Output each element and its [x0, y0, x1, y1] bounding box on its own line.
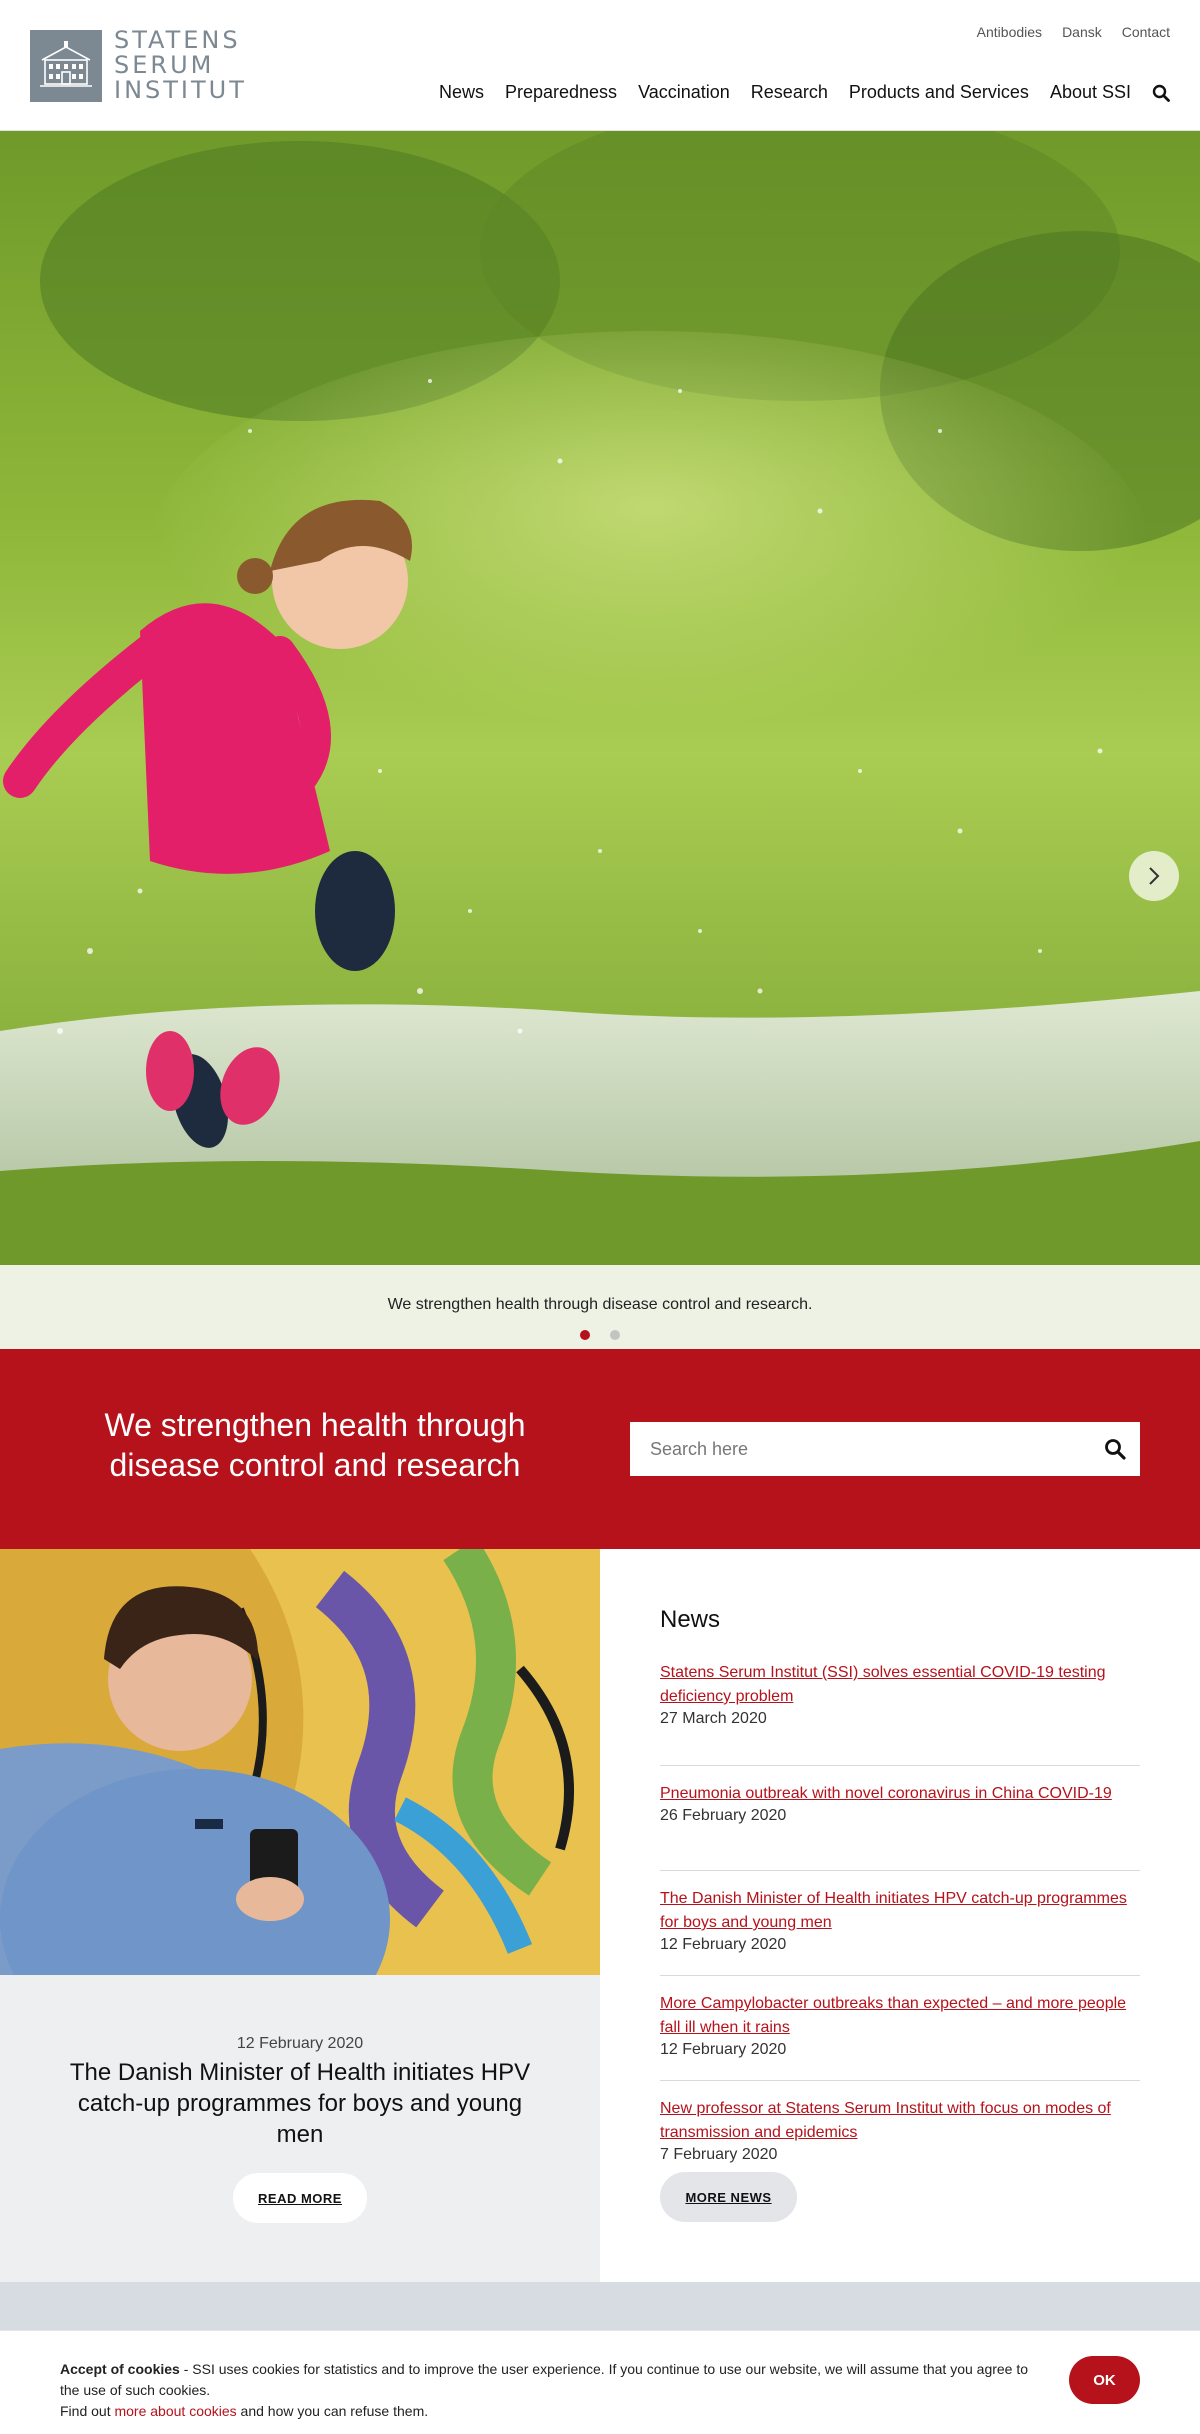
footer-strip [0, 2282, 1200, 2330]
nav-item-vaccination[interactable]: Vaccination [638, 82, 730, 103]
carousel-dot-2[interactable] [610, 1330, 620, 1340]
hero-caption-bar: We strengthen health through disease con… [0, 1265, 1200, 1349]
utility-nav: Antibodies Dansk Contact [977, 24, 1170, 40]
nav-item-products-services[interactable]: Products and Services [849, 82, 1029, 103]
news-date: 12 February 2020 [660, 1936, 787, 1953]
mission-band: We strengthen health through disease con… [0, 1349, 1200, 1549]
feature-image [0, 1549, 600, 1975]
news-item: Pneumonia outbreak with novel coronaviru… [660, 1766, 1140, 1871]
carousel-next-button[interactable] [1129, 851, 1179, 901]
hero-carousel [0, 131, 1200, 1265]
news-date: 12 February 2020 [660, 2041, 787, 2058]
search-input[interactable] [630, 1422, 1070, 1476]
news-item: New professor at Statens Serum Institut … [660, 2081, 1140, 2186]
util-link-contact[interactable]: Contact [1122, 24, 1170, 40]
more-news-button[interactable]: MORE NEWS [660, 2172, 797, 2222]
logo[interactable]: STATENS SERUM INSTITUT [30, 28, 247, 103]
news-link[interactable]: Pneumonia outbreak with novel coronaviru… [660, 1782, 1140, 1806]
news-section: News Statens Serum Institut (SSI) solves… [600, 1549, 1200, 2282]
site-search [630, 1422, 1140, 1476]
nav-item-about-ssi[interactable]: About SSI [1050, 82, 1131, 103]
cookie-find-out: Find out [60, 2403, 115, 2419]
news-link[interactable]: Statens Serum Institut (SSI) solves esse… [660, 1661, 1140, 1709]
read-more-button[interactable]: READ MORE [233, 2173, 367, 2223]
hero-caption: We strengthen health through disease con… [387, 1296, 813, 1313]
news-link[interactable]: More Campylobacter outbreaks than expect… [660, 1992, 1140, 2040]
util-link-antibodies[interactable]: Antibodies [977, 24, 1042, 40]
news-link[interactable]: New professor at Statens Serum Institut … [660, 2097, 1140, 2145]
cookie-tail: and how you can refuse them. [236, 2403, 429, 2419]
main-nav: News Preparedness Vaccination Research P… [439, 82, 1170, 103]
news-item: More Campylobacter outbreaks than expect… [660, 1976, 1140, 2081]
cookie-title: Accept of cookies [60, 2361, 180, 2377]
cookie-ok-button[interactable]: OK [1069, 2356, 1140, 2404]
building-logo-icon [30, 29, 102, 102]
news-date: 26 February 2020 [660, 1807, 787, 1824]
nav-item-news[interactable]: News [439, 82, 484, 103]
news-list: Statens Serum Institut (SSI) solves esse… [660, 1661, 1140, 2186]
feature-date: 12 February 2020 [236, 2035, 364, 2052]
hero-image [0, 131, 1200, 1265]
cookie-body: - SSI uses cookies for statistics and to… [60, 2361, 1029, 2398]
news-date: 27 March 2020 [660, 1710, 767, 1727]
search-icon[interactable] [1104, 1438, 1126, 1460]
logo-line: INSTITUT [114, 76, 247, 104]
search-icon[interactable] [1152, 84, 1170, 102]
cookie-info-link[interactable]: more about cookies [114, 2403, 236, 2419]
carousel-dot-1[interactable] [580, 1330, 590, 1340]
cookie-text: Accept of cookies - SSI uses cookies for… [60, 2359, 1040, 2422]
news-heading: News [660, 1606, 721, 1633]
news-item: Statens Serum Institut (SSI) solves esse… [660, 1661, 1140, 1766]
news-item: The Danish Minister of Health initiates … [660, 1871, 1140, 1976]
feature-title[interactable]: The Danish Minister of Health initiates … [60, 2057, 540, 2150]
carousel-dots [0, 1330, 1200, 1340]
nav-item-research[interactable]: Research [751, 82, 828, 103]
nav-item-preparedness[interactable]: Preparedness [505, 82, 617, 103]
util-link-dansk[interactable]: Dansk [1062, 24, 1102, 40]
news-date: 7 February 2020 [660, 2146, 778, 2163]
logo-line: STATENS [114, 26, 241, 54]
mission-title: We strengthen health through disease con… [104, 1407, 526, 1483]
cookie-banner: Accept of cookies - SSI uses cookies for… [0, 2330, 1200, 2434]
logo-text: STATENS SERUM INSTITUT [114, 28, 247, 103]
news-link[interactable]: The Danish Minister of Health initiates … [660, 1887, 1140, 1935]
feature-card: 12 February 2020 The Danish Minister of … [0, 1975, 600, 2282]
logo-line: SERUM [114, 51, 215, 79]
chevron-right-icon [1149, 867, 1160, 885]
site-header: STATENS SERUM INSTITUT Antibodies Dansk … [0, 0, 1200, 131]
